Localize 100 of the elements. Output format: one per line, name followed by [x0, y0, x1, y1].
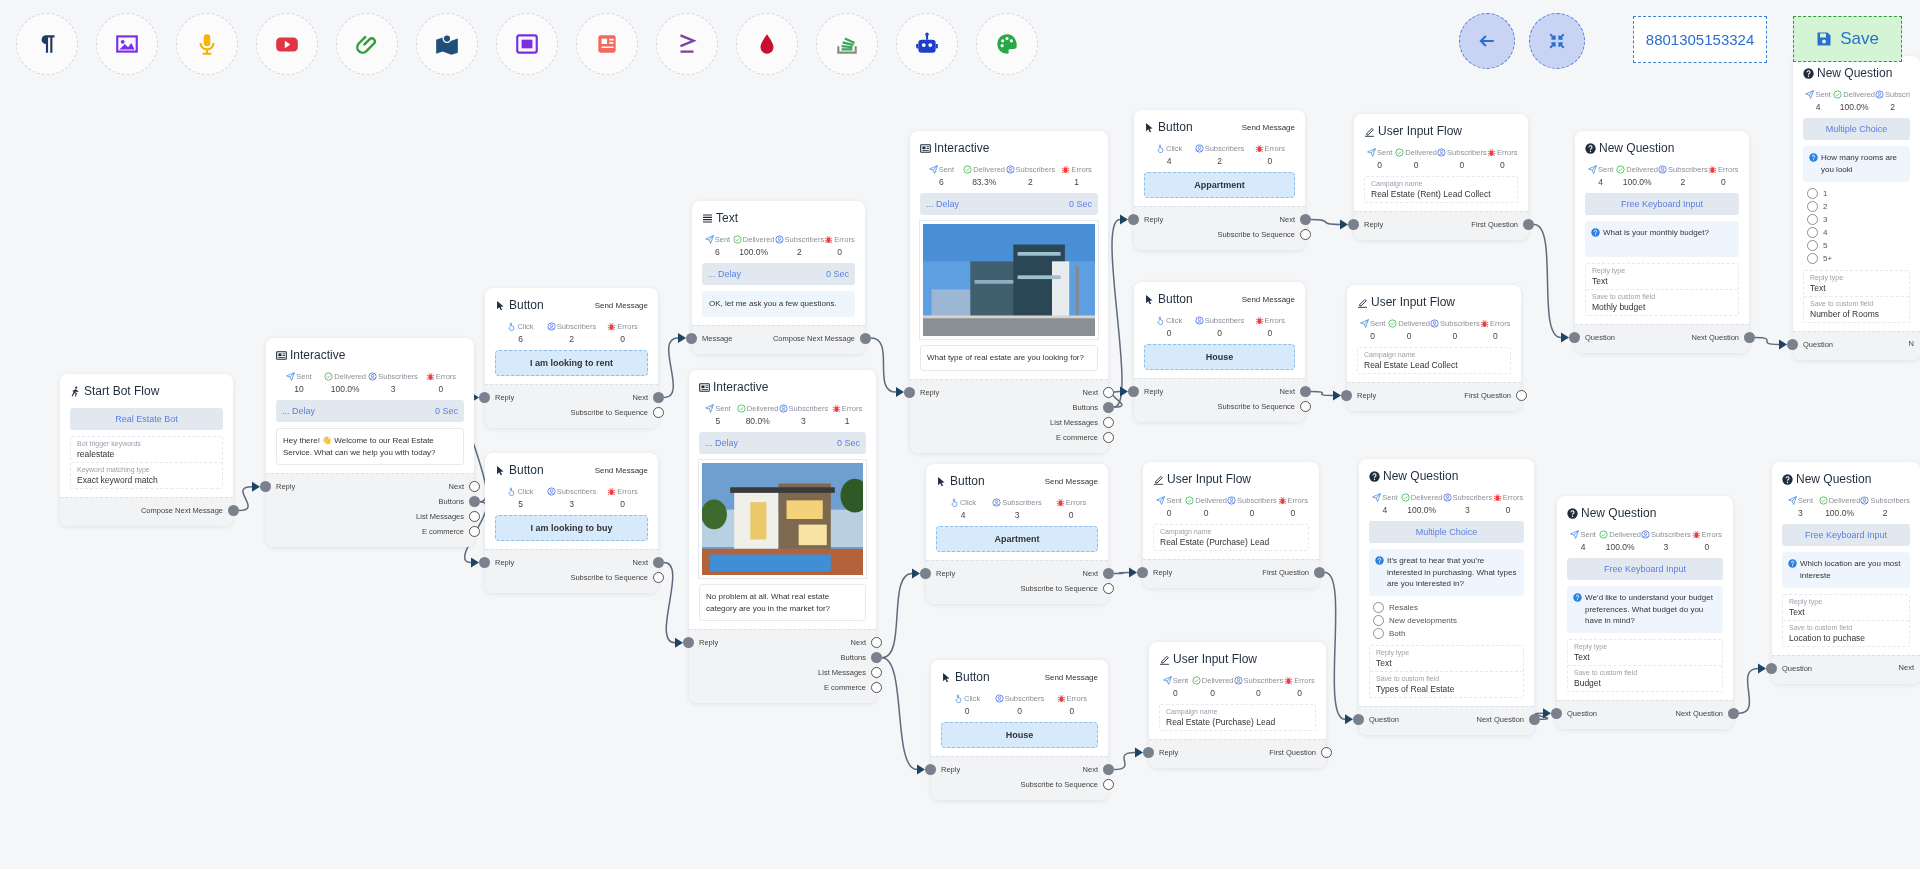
connector-port[interactable]: [228, 505, 239, 516]
radio-button[interactable]: [1807, 253, 1818, 264]
connector-port[interactable]: [1569, 332, 1580, 343]
connector-port[interactable]: [1300, 229, 1311, 240]
radio-button[interactable]: [1373, 601, 1384, 613]
connector-port[interactable]: [1128, 214, 1139, 225]
connector-port[interactable]: [1728, 707, 1739, 719]
connector-port[interactable]: [871, 637, 882, 649]
node-title: User Input Flow: [1371, 295, 1456, 309]
question-text: We’d like to understand your budget preferences. What budget do you have in mind?: [1585, 592, 1714, 627]
question-mark-icon: [1585, 142, 1596, 154]
connector-port[interactable]: [260, 481, 271, 493]
connector-port[interactable]: [653, 407, 664, 418]
check-circle-icon: [736, 404, 746, 413]
connector-port[interactable]: [1103, 764, 1114, 775]
node-title: User Input Flow: [1173, 652, 1258, 666]
reply-button[interactable]: House: [941, 722, 1098, 748]
connector-port[interactable]: [1103, 568, 1114, 579]
radio-button[interactable]: [1807, 188, 1818, 199]
connector-port[interactable]: [1103, 779, 1114, 790]
connector-port[interactable]: [1314, 567, 1325, 578]
reply-button[interactable]: House: [1144, 344, 1295, 370]
stat-value: 100.0%: [1407, 505, 1437, 515]
bug-icon: [1708, 165, 1718, 174]
radio-button[interactable]: [1807, 227, 1818, 238]
stat-value: 0: [1267, 328, 1273, 338]
connector-port[interactable]: [1103, 583, 1114, 594]
connector-port[interactable]: [1523, 219, 1534, 230]
connector-port[interactable]: [871, 667, 882, 679]
paper-plane-icon: [1359, 319, 1369, 328]
connector-port[interactable]: [1103, 416, 1114, 428]
connector-port[interactable]: [904, 386, 915, 398]
radio-button[interactable]: [1807, 214, 1818, 225]
connector-port[interactable]: [1300, 214, 1311, 225]
connector-port[interactable]: [1744, 332, 1755, 343]
pen-icon: [1364, 125, 1375, 137]
connector-port[interactable]: [1787, 339, 1798, 350]
stat-value: 2: [1028, 177, 1033, 187]
stat-value: 2: [1217, 156, 1222, 166]
stat-value: 0: [1492, 331, 1498, 341]
node-title: New Question: [1796, 472, 1872, 486]
reply-button[interactable]: Apartment: [936, 526, 1098, 552]
connector-port[interactable]: [683, 637, 694, 649]
stat-value: 0: [1377, 160, 1383, 170]
connector-port[interactable]: [686, 332, 697, 344]
node-title: Button: [1158, 120, 1193, 134]
connector-port[interactable]: [1348, 219, 1359, 230]
connector-port[interactable]: [1137, 567, 1148, 578]
connector-port[interactable]: [871, 652, 882, 664]
connector-port[interactable]: [1766, 663, 1777, 674]
radio-button[interactable]: [1807, 201, 1818, 212]
connector-port[interactable]: [1341, 390, 1352, 401]
connector-port[interactable]: [1529, 713, 1540, 725]
radio-button[interactable]: [1373, 614, 1384, 626]
question-mark-icon: [1369, 470, 1380, 482]
check-circle-icon: [1395, 148, 1405, 157]
connector-port[interactable]: [1103, 431, 1114, 443]
connector-port[interactable]: [920, 568, 931, 579]
radio-button[interactable]: [1373, 627, 1384, 639]
reply-kind-bar: Free Keyboard Input: [1585, 193, 1739, 215]
connector-port[interactable]: [469, 511, 480, 523]
connector-port[interactable]: [479, 392, 490, 403]
connector-port[interactable]: [1321, 747, 1332, 758]
connector-port[interactable]: [653, 557, 664, 568]
connector-port[interactable]: [653, 572, 664, 583]
connector-port[interactable]: [469, 481, 480, 493]
connector-port[interactable]: [925, 764, 936, 775]
connector-port[interactable]: [1551, 707, 1562, 719]
save-button[interactable]: Save: [1793, 16, 1902, 62]
radio-button[interactable]: [1807, 240, 1818, 251]
connector-port[interactable]: [1143, 747, 1154, 758]
node-title: New Question: [1581, 506, 1657, 520]
node-title: Button: [955, 670, 990, 684]
paper-plane-icon: [1156, 496, 1166, 505]
connector-port[interactable]: [469, 496, 480, 508]
bug-icon: [1055, 498, 1065, 507]
connector-port[interactable]: [1300, 401, 1311, 412]
connector-port[interactable]: [653, 392, 664, 403]
stat-value: 0: [1459, 160, 1465, 170]
connector-port[interactable]: [479, 557, 490, 568]
connector-port[interactable]: [469, 526, 480, 538]
connector-port[interactable]: [1516, 390, 1527, 401]
connector-port[interactable]: [871, 682, 882, 694]
paper-plane-icon: [1805, 90, 1815, 99]
reply-button[interactable]: I am looking to buy: [495, 515, 648, 541]
connector-port[interactable]: [1103, 401, 1114, 413]
connector-port[interactable]: [1353, 713, 1364, 725]
user-circle-icon: [1437, 148, 1447, 157]
connector-port[interactable]: [1128, 386, 1139, 397]
connector-port[interactable]: [1300, 386, 1311, 397]
node-title: Button: [509, 298, 544, 312]
user-circle-icon: [1442, 493, 1452, 502]
reply-button[interactable]: Appartment: [1144, 172, 1295, 198]
connector-port[interactable]: [1103, 386, 1114, 398]
stat-value: 0: [1290, 508, 1296, 518]
connector-port[interactable]: [860, 332, 871, 344]
stat-value: 100.0%: [1839, 102, 1869, 112]
reply-button[interactable]: I am looking to rent: [495, 350, 648, 376]
paper-plane-icon: [1570, 530, 1580, 539]
stat-value: 100.0%: [330, 384, 360, 394]
